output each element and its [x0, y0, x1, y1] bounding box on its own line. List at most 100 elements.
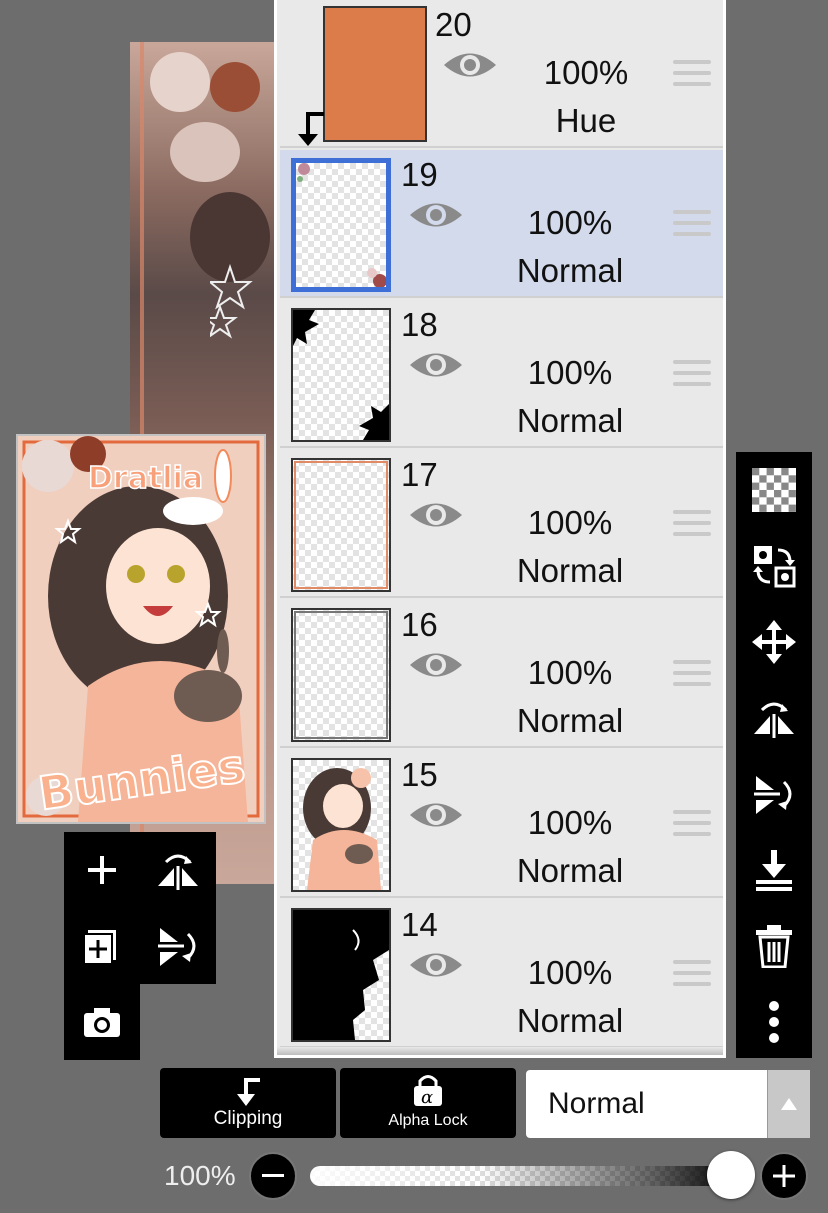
lock-icon: α	[414, 1075, 442, 1108]
layer-opacity: 100%	[527, 954, 613, 991]
add-layer-button[interactable]	[64, 832, 140, 908]
layer-row[interactable]: 17 100% Normal	[280, 450, 723, 598]
blend-mode-select[interactable]: Normal	[526, 1070, 810, 1138]
alpha-lock-label: Alpha Lock	[388, 1112, 468, 1129]
camera-icon	[84, 1008, 120, 1037]
layer-number: 17	[401, 456, 438, 493]
flip-horizontal-button[interactable]	[140, 832, 216, 908]
clipping-button[interactable]: Clipping	[160, 1068, 336, 1138]
artwork-reference[interactable]: Dratlia Bunnies	[16, 434, 266, 824]
swap-layer-button[interactable]	[736, 528, 812, 604]
swap-layer-icon	[753, 546, 796, 588]
opacity-slider[interactable]	[310, 1166, 736, 1186]
layer-opacity: 100%	[543, 54, 629, 91]
opacity-increase-button[interactable]	[760, 1152, 808, 1200]
layer-number: 14	[401, 906, 438, 943]
layer-row[interactable]: 16 100% Normal	[280, 600, 723, 748]
layer-thumbnail	[323, 6, 427, 142]
layer-blend-mode: Normal	[516, 552, 624, 589]
flip-vertical-icon	[158, 928, 196, 966]
move-icon	[752, 620, 796, 664]
more-icon	[769, 1001, 779, 1043]
visibility-eye-icon[interactable]	[408, 798, 464, 832]
transparency-icon	[752, 468, 796, 512]
flip-horizontal-layer-button[interactable]	[736, 680, 812, 756]
flower-decoration	[210, 62, 260, 112]
layer-blend-mode: Normal	[516, 702, 624, 739]
merge-down-icon	[756, 850, 792, 891]
flip-vertical-icon	[754, 776, 792, 814]
drag-handle-icon[interactable]	[673, 60, 711, 90]
visibility-eye-icon[interactable]	[442, 48, 498, 82]
layer-opacity: 100%	[527, 354, 613, 391]
camera-button[interactable]	[64, 984, 140, 1060]
layer-blend-mode: Normal	[516, 852, 624, 889]
layer-number: 16	[401, 606, 438, 643]
visibility-eye-icon[interactable]	[408, 948, 464, 982]
opacity-slider-thumb[interactable]	[707, 1151, 755, 1199]
drag-handle-icon[interactable]	[673, 810, 711, 840]
flower-decoration	[170, 122, 240, 182]
more-options-button[interactable]	[736, 984, 812, 1060]
trash-icon	[756, 925, 792, 968]
drag-handle-icon[interactable]	[673, 660, 711, 690]
visibility-eye-icon[interactable]	[408, 498, 464, 532]
layer-row[interactable]: 14 100% Normal	[280, 900, 723, 1048]
flip-vertical-layer-button[interactable]	[736, 756, 812, 832]
layer-row[interactable]: 20 100% Hue	[280, 0, 723, 148]
layer-row[interactable]: 18 100% Normal	[280, 300, 723, 448]
delete-layer-button[interactable]	[736, 908, 812, 984]
layer-number: 18	[401, 306, 438, 343]
opacity-decrease-button[interactable]	[249, 1152, 297, 1200]
transparency-button[interactable]	[736, 452, 812, 528]
layer-thumbnail	[291, 908, 391, 1042]
dropdown-arrow-icon[interactable]	[767, 1070, 810, 1138]
layer-thumbnail	[291, 158, 391, 292]
clipping-label: Clipping	[213, 1108, 283, 1129]
layer-thumbnail	[291, 608, 391, 742]
layers-panel[interactable]: 20 100% Hue 19 100% Normal 18 100% Norma…	[274, 0, 726, 1058]
duplicate-layer-icon	[83, 930, 116, 965]
layer-thumbnail	[291, 758, 391, 892]
star-doodles	[210, 263, 253, 339]
clipping-arrow-icon	[237, 1078, 260, 1106]
duplicate-layer-button[interactable]	[64, 908, 140, 984]
layer-thumbnail	[291, 458, 391, 592]
layer-blend-mode: Hue	[555, 102, 617, 139]
move-button[interactable]	[736, 604, 812, 680]
merge-down-button[interactable]	[736, 832, 812, 908]
add-layer-icon	[88, 856, 116, 884]
layer-opacity: 100%	[527, 654, 613, 691]
flower-decoration	[150, 52, 210, 112]
blend-mode-value: Normal	[548, 1087, 645, 1120]
layer-blend-mode: Normal	[516, 252, 624, 289]
layer-blend-mode: Normal	[516, 402, 624, 439]
layer-number: 20	[435, 6, 472, 43]
layer-opacity: 100%	[527, 204, 613, 241]
layer-tools-toolbar	[736, 452, 812, 1058]
layer-opacity: 100%	[527, 504, 613, 541]
layer-number: 19	[401, 156, 438, 193]
minus-icon	[262, 1174, 284, 1177]
visibility-eye-icon[interactable]	[408, 198, 464, 232]
drag-handle-icon[interactable]	[673, 360, 711, 390]
flip-vertical-button[interactable]	[140, 908, 216, 984]
alpha-lock-button[interactable]: α Alpha Lock	[340, 1068, 516, 1138]
layer-blend-mode: Normal	[516, 1002, 624, 1039]
svg-text:α: α	[421, 1087, 433, 1108]
art-title-top: Dratlia	[88, 461, 203, 496]
drag-handle-icon[interactable]	[673, 510, 711, 540]
drag-handle-icon[interactable]	[673, 960, 711, 990]
panel-scroll-edge	[277, 1047, 723, 1055]
visibility-eye-icon[interactable]	[408, 648, 464, 682]
layer-thumbnail	[291, 308, 391, 442]
flip-horizontal-icon	[754, 702, 794, 738]
layer-opacity: 100%	[527, 804, 613, 841]
visibility-eye-icon[interactable]	[408, 348, 464, 382]
drag-handle-icon[interactable]	[673, 210, 711, 240]
layer-number: 15	[401, 756, 438, 793]
opacity-readout: 100%	[164, 1160, 236, 1191]
clipping-arrow-icon	[298, 112, 324, 146]
layer-row[interactable]: 19 100% Normal	[280, 150, 723, 298]
layer-row[interactable]: 15 100% Normal	[280, 750, 723, 898]
